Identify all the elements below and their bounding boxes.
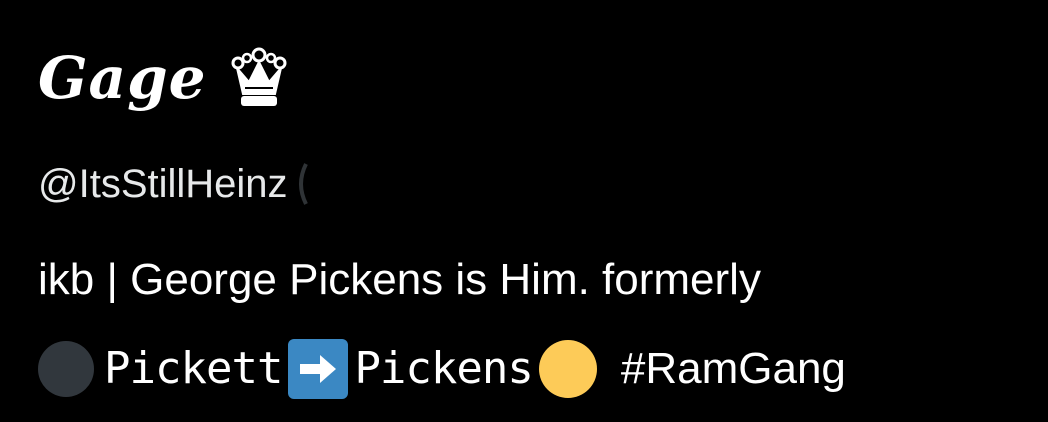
right-arrow-icon (288, 339, 349, 399)
bio-text-line-1: ikb | George Pickens is Him. formerly (38, 255, 761, 304)
black-circle-icon (38, 341, 94, 397)
bracket-icon (294, 162, 308, 206)
username-handle[interactable]: @ItsStillHeinz (38, 164, 288, 204)
display-name: Gage (38, 44, 207, 112)
profile-card: Gage @ItsStillHeinz ikb | George Pickens… (0, 0, 1048, 422)
bio-word-from: Pickett (104, 343, 283, 394)
bio-word-to: Pickens (354, 343, 533, 394)
display-name-row: Gage (38, 38, 289, 118)
yellow-circle-icon (538, 340, 597, 398)
bio-text-line-2: Pickett Pickens #RamGang (38, 338, 846, 400)
handle-row: @ItsStillHeinz (38, 158, 308, 210)
crown-icon (229, 46, 289, 110)
hashtag-link[interactable]: #RamGang (621, 347, 846, 391)
